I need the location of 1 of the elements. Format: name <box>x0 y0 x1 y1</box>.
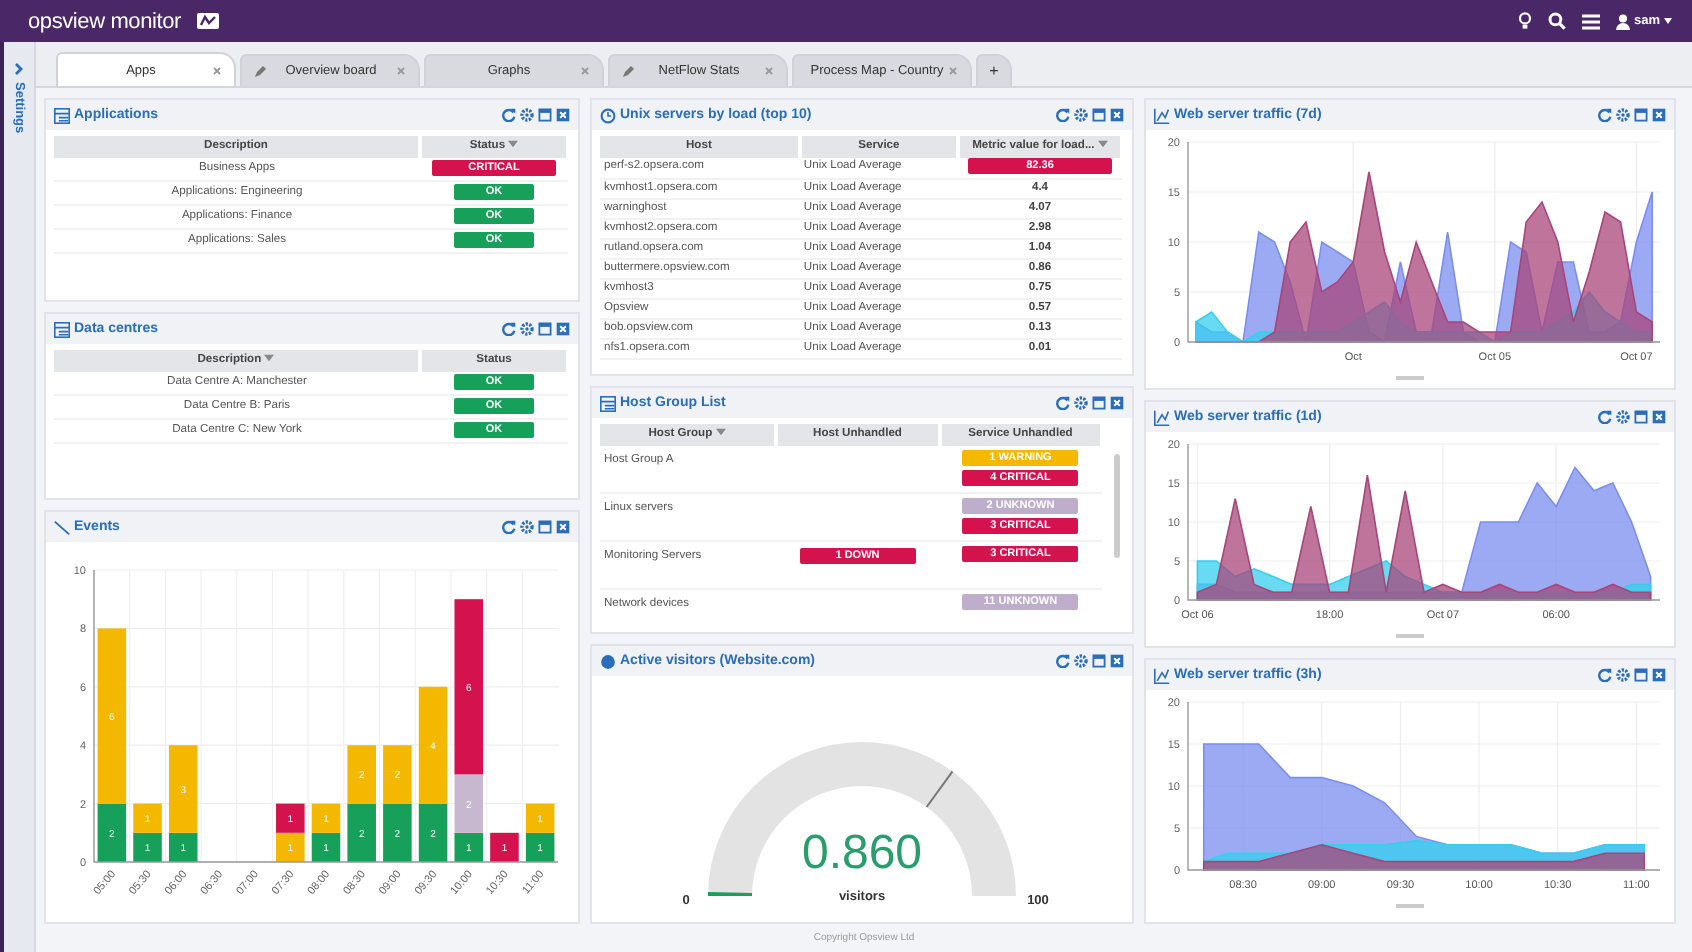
gauge-value: 0.860 <box>801 826 923 880</box>
